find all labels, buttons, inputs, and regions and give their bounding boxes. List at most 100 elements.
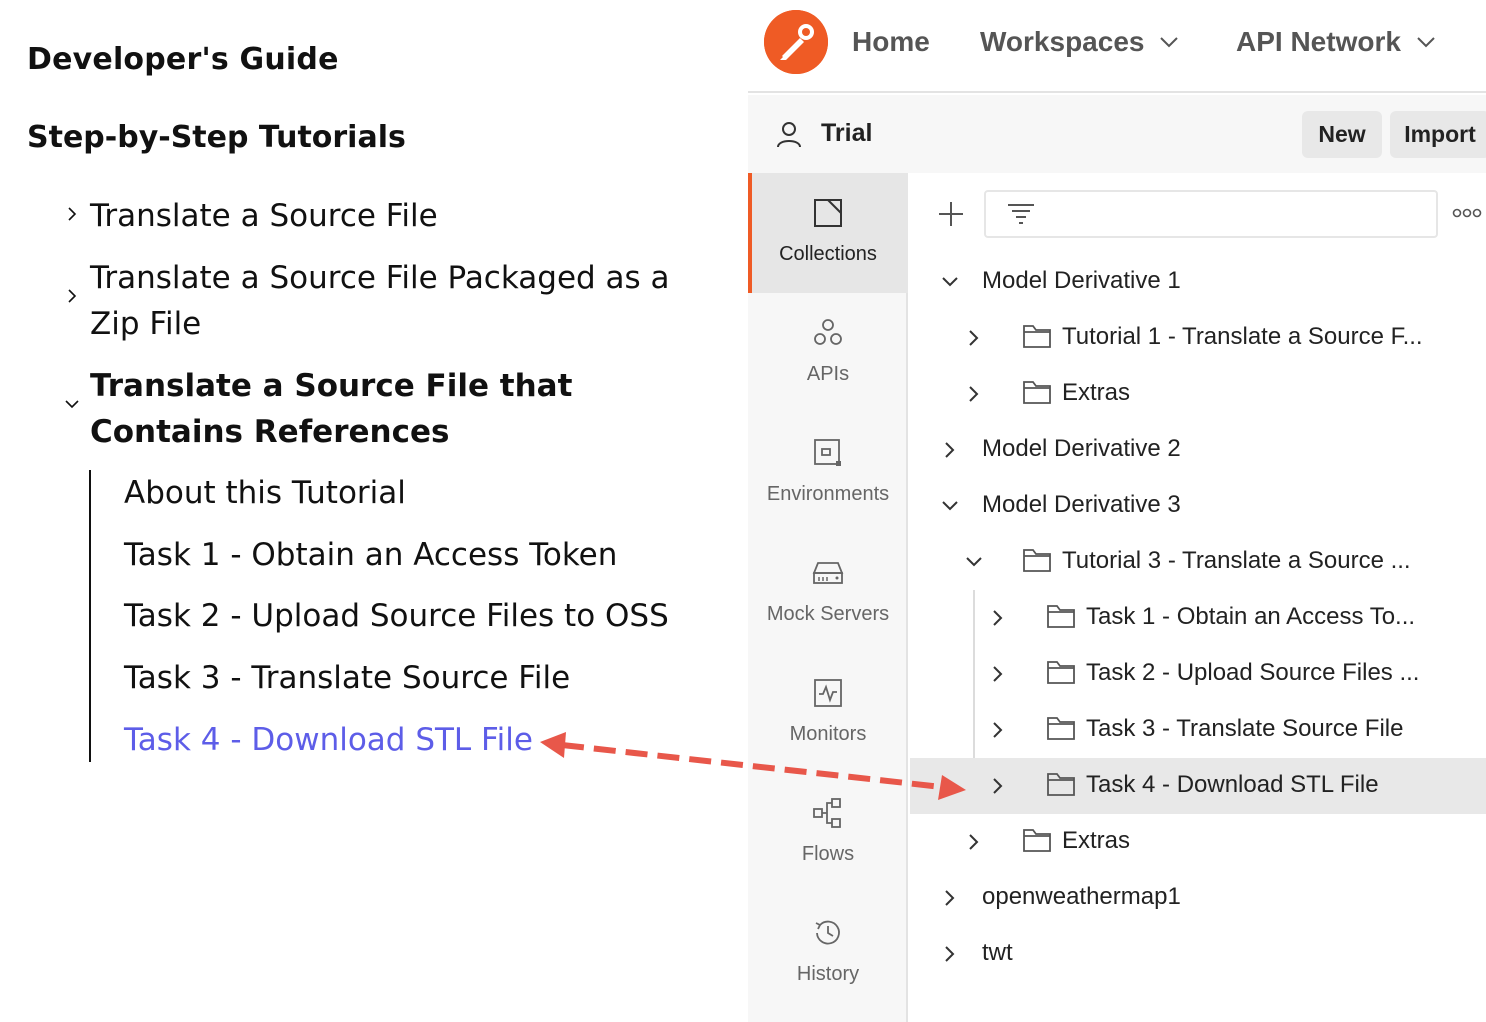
sidebar-item-collections[interactable]: Collections: [748, 173, 908, 293]
nav-home-label: Home: [852, 26, 930, 57]
tree-row-label: Extras: [1062, 827, 1131, 854]
more-options-icon[interactable]: [1452, 207, 1482, 219]
chevron-right-icon[interactable]: [988, 776, 1008, 796]
guide-subitem-task-2[interactable]: Task 2 - Upload Source Files to OSS: [124, 596, 669, 636]
tree-row-label: Model Derivative 1: [982, 267, 1181, 294]
sidebar-item-flows[interactable]: Flows: [748, 773, 908, 893]
sidebar-item-mock-servers[interactable]: Mock Servers: [748, 533, 908, 653]
filter-input[interactable]: [984, 190, 1438, 238]
tree-row-tutorial-1[interactable]: Tutorial 1 - Translate a Source F...: [910, 310, 1486, 366]
folder-icon: [1022, 322, 1052, 350]
collections-panel: Model Derivative 1 Tutorial 1 - Translat…: [910, 173, 1486, 1022]
tree-row-tutorial-3[interactable]: Tutorial 3 - Translate a Source ...: [910, 534, 1486, 590]
chevron-right-icon[interactable]: [64, 288, 80, 304]
tree-row-openweathermap1[interactable]: openweathermap1: [910, 870, 1486, 926]
sidebar: Collections APIs Environments Mock Serve…: [748, 173, 908, 1022]
nav-api-network-label: API Network: [1236, 26, 1401, 57]
mock-servers-icon: [810, 555, 846, 591]
folder-icon: [1046, 658, 1076, 686]
tree-row-label: Model Derivative 2: [982, 435, 1181, 462]
chevron-right-icon[interactable]: [988, 608, 1008, 628]
environments-icon: [810, 435, 846, 471]
folder-icon: [1022, 826, 1052, 854]
sidebar-label-monitors: Monitors: [789, 723, 867, 745]
tree-row-label: openweathermap1: [982, 883, 1181, 910]
tree-row-label: Model Derivative 3: [982, 491, 1181, 518]
tree-row-task-2[interactable]: Task 2 - Upload Source Files ...: [910, 646, 1486, 702]
tree-row-label: Task 2 - Upload Source Files ...: [1086, 659, 1420, 686]
tree-row-twt[interactable]: twt: [910, 926, 1486, 982]
chevron-right-icon[interactable]: [964, 328, 984, 348]
sidebar-label-collections: Collections: [779, 243, 877, 265]
guide-subtitle: Step-by-Step Tutorials: [27, 120, 406, 155]
folder-icon: [1046, 770, 1076, 798]
sidebar-label-flows: Flows: [801, 843, 855, 865]
tree-row-task-1[interactable]: Task 1 - Obtain an Access To...: [910, 590, 1486, 646]
top-navigation-bar: Home Workspaces API Network: [748, 0, 1486, 93]
tree-row-model-derivative-3[interactable]: Model Derivative 3: [910, 478, 1486, 534]
monitors-icon: [810, 675, 846, 711]
guide-subitem-task-4-active[interactable]: Task 4 - Download STL File: [124, 720, 533, 760]
tree-row-label: Task 4 - Download STL File: [1086, 771, 1379, 798]
sidebar-item-environments[interactable]: Environments: [748, 413, 908, 533]
apis-icon: [810, 315, 846, 351]
workspace-name[interactable]: Trial: [821, 119, 872, 148]
sidebar-item-history[interactable]: History: [748, 893, 908, 1013]
chevron-right-icon[interactable]: [964, 832, 984, 852]
tree-row-label: Task 3 - Translate Source File: [1086, 715, 1404, 742]
tree-row-extras-1[interactable]: Extras: [910, 366, 1486, 422]
chevron-right-icon[interactable]: [64, 206, 80, 222]
folder-icon: [1046, 602, 1076, 630]
guide-subitem-about-tutorial[interactable]: About this Tutorial: [124, 473, 406, 513]
postman-window: Home Workspaces API Network Trial New Im…: [748, 0, 1486, 1022]
chevron-right-icon[interactable]: [940, 944, 960, 964]
tree-row-label: Tutorial 3 - Translate a Source ...: [1062, 547, 1411, 574]
import-button[interactable]: Import: [1390, 111, 1486, 158]
chevron-right-icon[interactable]: [988, 664, 1008, 684]
tree-row-label: Extras: [1062, 379, 1131, 406]
tree-row-task-3[interactable]: Task 3 - Translate Source File: [910, 702, 1486, 758]
folder-icon: [1022, 546, 1052, 574]
tree-row-label: Tutorial 1 - Translate a Source F...: [1062, 323, 1423, 350]
tree-row-model-derivative-2[interactable]: Model Derivative 2: [910, 422, 1486, 478]
user-icon: [774, 119, 804, 149]
flows-icon: [810, 795, 846, 831]
developers-guide-panel: Developer's Guide Step-by-Step Tutorials…: [0, 0, 748, 1022]
new-button[interactable]: New: [1302, 111, 1382, 158]
chevron-right-icon[interactable]: [940, 440, 960, 460]
chevron-down-icon[interactable]: [64, 396, 80, 412]
guide-subitem-task-3[interactable]: Task 3 - Translate Source File: [124, 658, 570, 698]
sidebar-label-environments: Environments: [766, 483, 890, 505]
tree-row-extras-3[interactable]: Extras: [910, 814, 1486, 870]
tree-row-task-4-selected[interactable]: Task 4 - Download STL File: [910, 758, 1486, 814]
tree-row-label: Task 1 - Obtain an Access To...: [1086, 603, 1416, 630]
guide-subitem-task-1[interactable]: Task 1 - Obtain an Access Token: [124, 535, 617, 575]
sidebar-item-monitors[interactable]: Monitors: [748, 653, 908, 773]
chevron-down-icon: [1415, 35, 1437, 49]
nav-api-network[interactable]: API Network: [1236, 26, 1437, 58]
sidebar-label-history: History: [796, 963, 860, 985]
chevron-right-icon[interactable]: [964, 384, 984, 404]
chevron-down-icon[interactable]: [940, 496, 960, 516]
guide-item-translate-source-file[interactable]: Translate a Source File: [90, 193, 690, 239]
sidebar-label-mock-servers: Mock Servers: [766, 603, 890, 625]
postman-logo-icon[interactable]: [764, 10, 828, 74]
tree-row-model-derivative-1[interactable]: Model Derivative 1: [910, 254, 1486, 310]
chevron-right-icon[interactable]: [940, 888, 960, 908]
guide-item-translate-zip-file[interactable]: Translate a Source File Packaged as a Zi…: [90, 255, 690, 347]
guide-item-translate-with-references[interactable]: Translate a Source File that Contains Re…: [90, 363, 690, 455]
sidebar-item-apis[interactable]: APIs: [748, 293, 908, 413]
folder-icon: [1046, 714, 1076, 742]
chevron-down-icon[interactable]: [940, 272, 960, 292]
nav-workspaces-label: Workspaces: [980, 26, 1145, 57]
plus-icon[interactable]: [936, 199, 966, 229]
folder-icon: [1022, 378, 1052, 406]
tree-row-label: twt: [982, 939, 1013, 966]
subitems-divider: [89, 470, 91, 762]
chevron-down-icon[interactable]: [964, 552, 984, 572]
chevron-right-icon[interactable]: [988, 720, 1008, 740]
nav-workspaces[interactable]: Workspaces: [980, 26, 1180, 58]
nav-home[interactable]: Home: [852, 26, 930, 58]
guide-title: Developer's Guide: [27, 42, 339, 77]
filter-icon: [1008, 204, 1034, 224]
